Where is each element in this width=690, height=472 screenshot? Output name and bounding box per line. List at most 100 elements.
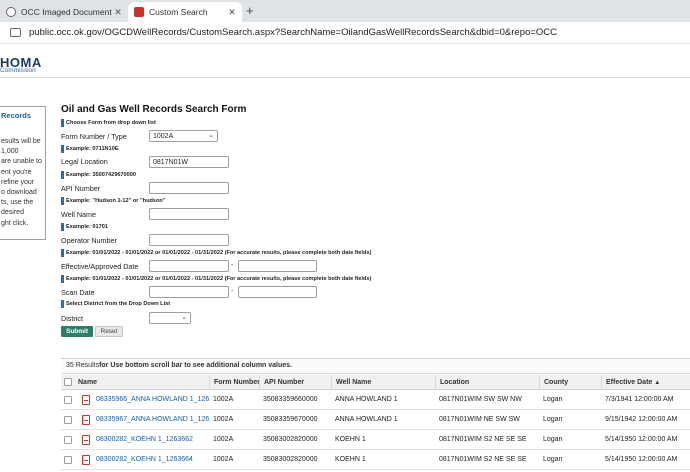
row-api-number: 35083002820000 [263,436,318,443]
row-document-link[interactable]: 08300282_KOEHN 1_1263662 [92,430,209,450]
site-favicon-icon [134,7,144,17]
column-header-form-number[interactable]: Form Number [209,375,262,390]
scan-date-to-input[interactable] [238,286,317,298]
pdf-document-icon [82,435,90,445]
effective-date-note: Example: 01/01/2022 - 01/01/2022 or 01/0… [61,249,371,257]
info-line: o download [1,189,37,197]
column-header-api-number[interactable]: API Number [259,375,331,390]
url-text[interactable]: public.occ.ok.gov/OGCDWellRecords/Custom… [29,27,557,38]
page-title: Oil and Gas Well Records Search Form [61,104,247,115]
row-form-number: 1002A [213,416,234,423]
info-line: esults will be [1,138,41,145]
info-panel-title: Records [1,111,32,120]
row-effective-date: 5/14/1950 12:00:00 AM [605,436,678,443]
results-summary: 35 Resultsfor Use bottom scroll bar to s… [61,358,690,374]
operator-number-input[interactable] [149,234,229,246]
row-location: 0817N01WIM S2 NE SE SE [439,436,527,443]
form-number-select[interactable]: 1002A ⌄ [149,130,218,142]
row-effective-date: 5/14/1950 12:00:00 AM [605,456,678,463]
info-panel: Records esults will be 1,000 are unable … [0,106,46,240]
district-note: Select District from the Drop Down List [61,300,170,308]
table-row[interactable]: 08335967_ANNA HOWLAND 1_126... 1002A 350… [61,410,690,430]
operator-number-note: Example: 01701 [61,223,108,231]
column-header-county[interactable]: County [539,375,601,390]
table-row[interactable]: 08335966_ANNA HOWLAND 1_126... 1002A 350… [61,390,690,410]
form-choose-note: Choose Form from drop down list [61,119,156,127]
operator-number-label: Operator Number [61,236,117,245]
info-line: 1,000 [1,148,19,156]
effective-date-from-input[interactable] [149,260,229,272]
row-document-link[interactable]: 08335966_ANNA HOWLAND 1_126... [92,390,209,410]
api-number-label: API Number [61,184,101,193]
table-row[interactable]: 08300282_KOEHN 1_1263664 1002A 350830028… [61,450,690,470]
table-row[interactable]: 08300282_KOEHN 1_1263662 1002A 350830028… [61,430,690,450]
api-number-note: Example: 35007429670000 [61,171,136,179]
results-count: 35 Results [66,362,100,369]
effective-date-label: Effective/Approved Date [61,262,139,271]
effective-date-to-input[interactable] [238,260,317,272]
tab-occ-imaged-documents[interactable]: OCC Imaged Documents Dire ✕ [0,2,128,22]
row-checkbox[interactable] [64,456,72,464]
well-name-note: Example: "Hudson 1-12" or "hudson" [61,197,166,205]
row-county: Logan [543,436,563,443]
info-line: refine your [1,178,35,186]
row-api-number: 35083002820000 [263,456,318,463]
chevron-down-icon: ⌄ [208,132,214,139]
row-document-link[interactable]: 08335967_ANNA HOWLAND 1_126... [92,410,209,430]
row-county: Logan [543,396,563,403]
scan-date-from-input[interactable] [149,286,229,298]
pdf-document-icon [82,415,90,425]
close-icon[interactable]: ✕ [112,7,124,18]
row-effective-date: 9/15/1942 12:00:00 AM [605,416,678,423]
row-form-number: 1002A [213,436,234,443]
row-api-number: 35083359670000 [263,416,318,423]
table-header: Name Form Number API Number Well Name Lo… [61,375,690,390]
row-location: 0817N01WIM SW SW NW [439,396,522,403]
select-all-checkbox[interactable] [64,378,72,386]
row-checkbox[interactable] [64,416,72,424]
pdf-document-icon [82,455,90,465]
legal-location-label: Legal Location [61,157,108,166]
row-checkbox[interactable] [64,436,72,444]
well-name-input[interactable] [149,208,229,220]
info-line: are unable to [1,158,42,166]
row-location: 0817N01WIM S2 NE SE SE [439,456,527,463]
results-hint: for Use bottom scroll bar to see additio… [99,362,293,369]
globe-icon [6,7,16,17]
api-number-input[interactable] [149,182,229,194]
district-label: District [61,314,83,323]
site-info-icon[interactable] [10,28,21,37]
row-form-number: 1002A [213,456,234,463]
column-header-name[interactable]: Name [74,375,212,390]
column-header-effective-date-label: Effective Date [606,379,653,386]
info-line: desired [1,209,24,217]
row-location: 0817N01WIM NE SW SW [439,416,520,423]
scan-date-label: Scan Date [61,288,95,297]
tab-title: Custom Search [149,7,208,17]
site-header: HOMA Commission [0,44,690,78]
address-bar[interactable]: public.occ.ok.gov/OGCDWellRecords/Custom… [0,22,690,44]
column-header-well-name[interactable]: Well Name [331,375,435,390]
district-select[interactable]: ⌄ [149,312,191,324]
legal-location-input[interactable]: 0817N01W [149,156,229,168]
close-icon[interactable]: ✕ [226,7,238,18]
column-header-effective-date[interactable]: Effective Date ▲ [601,375,690,390]
info-line: ght click. [1,219,29,227]
chevron-down-icon: ⌄ [181,314,187,321]
form-number-label: Form Number / Type [61,132,127,141]
reset-button[interactable]: Reset [95,326,123,337]
row-well-name: ANNA HOWLAND 1 [335,416,398,423]
info-panel-text: esults will be 1,000 are unable to ent y… [0,137,45,229]
new-tab-button[interactable]: + [246,3,254,18]
column-header-location[interactable]: Location [435,375,539,390]
tab-custom-search[interactable]: Custom Search ✕ [128,2,242,22]
legal-location-note: Example: 0711N10E [61,145,119,153]
browser-tab-bar: OCC Imaged Documents Dire ✕ Custom Searc… [0,0,690,22]
submit-button[interactable]: Submit [61,326,93,337]
well-name-label: Well Name [61,210,97,219]
row-document-link[interactable]: 08300282_KOEHN 1_1263664 [92,450,209,470]
date-range-separator: - [231,288,234,295]
row-checkbox[interactable] [64,396,72,404]
date-range-separator: - [231,262,234,269]
row-county: Logan [543,456,563,463]
